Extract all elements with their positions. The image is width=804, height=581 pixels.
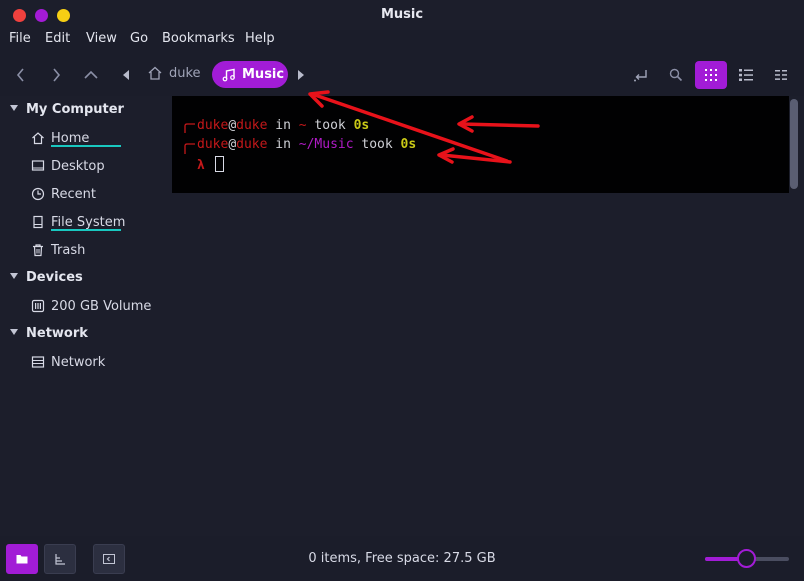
back-button[interactable] xyxy=(10,64,32,86)
triangle-left-icon xyxy=(123,70,129,80)
terminal-cursor xyxy=(214,156,224,172)
home-icon xyxy=(31,131,45,145)
sidebar-item-label: 200 GB Volume xyxy=(51,298,152,314)
prompt-bracket-icon xyxy=(184,123,195,154)
section-title: Network xyxy=(26,326,88,341)
breadcrumb-home-icon[interactable] xyxy=(147,65,163,81)
expander-icon xyxy=(10,273,18,279)
desktop-icon xyxy=(31,159,45,173)
search-icon xyxy=(669,68,683,82)
grid-view-button[interactable] xyxy=(695,61,727,89)
forward-button[interactable] xyxy=(45,64,67,86)
terminal-scrollbar[interactable] xyxy=(790,99,798,189)
terminal-line-1: duke@duke in ~ took 0s xyxy=(197,118,370,133)
terminal-line-2: duke@duke in ~/Music took 0s xyxy=(197,137,417,152)
menu-view[interactable]: View xyxy=(86,31,117,46)
return-arrow-icon xyxy=(634,70,647,82)
open-terminal-button[interactable] xyxy=(630,64,652,86)
menu-go[interactable]: Go xyxy=(130,31,148,46)
home-icon xyxy=(148,66,162,80)
breadcrumb-duke[interactable]: duke xyxy=(169,66,201,81)
list-view-button[interactable] xyxy=(735,64,757,86)
sidebar-item-network[interactable]: Network xyxy=(31,352,105,372)
menu-bar: File Edit View Go Bookmarks Help xyxy=(0,30,804,50)
clock-icon xyxy=(31,187,45,201)
breadcrumb-scroll-right-button[interactable] xyxy=(290,64,312,86)
sidebar-section-devices[interactable]: Devices xyxy=(10,270,83,285)
up-button[interactable] xyxy=(80,64,102,86)
chevron-left-icon xyxy=(16,68,24,82)
music-note-icon xyxy=(222,68,235,81)
prompt-symbol: λ xyxy=(197,158,205,173)
menu-file[interactable]: File xyxy=(9,31,31,46)
expander-icon xyxy=(10,105,18,111)
section-title: My Computer xyxy=(26,102,124,117)
breadcrumb-music-label: Music xyxy=(242,67,285,82)
breadcrumb-scroll-left-button[interactable] xyxy=(115,64,137,86)
sidebar-item-label: File System xyxy=(51,214,126,230)
title-bar: Music xyxy=(0,0,804,30)
grid-icon xyxy=(705,69,717,81)
zoom-slider-handle[interactable] xyxy=(737,549,756,568)
terminal-prompt-line: λ xyxy=(197,156,224,173)
embedded-terminal[interactable]: duke@duke in ~ took 0s duke@duke in ~/Mu… xyxy=(172,96,789,193)
search-button[interactable] xyxy=(665,64,687,86)
menu-bookmarks[interactable]: Bookmarks xyxy=(162,31,235,46)
menu-edit[interactable]: Edit xyxy=(45,31,70,46)
sidebar-section-network[interactable]: Network xyxy=(10,326,88,341)
sidebar-item-desktop[interactable]: Desktop xyxy=(31,156,105,176)
sidebar-item-recent[interactable]: Recent xyxy=(31,184,96,204)
compact-list-icon xyxy=(775,70,787,80)
network-icon xyxy=(31,355,45,369)
home-usage-bar xyxy=(51,145,121,147)
window-title: Music xyxy=(380,7,424,22)
sidebar-item-label: Trash xyxy=(51,242,86,258)
expander-icon xyxy=(10,329,18,335)
volume-icon xyxy=(31,299,45,313)
triangle-right-icon xyxy=(298,70,304,80)
menu-help[interactable]: Help xyxy=(245,31,275,46)
chevron-up-icon xyxy=(84,70,98,79)
chevron-right-icon xyxy=(53,68,61,82)
file-system-usage-bar xyxy=(51,229,121,231)
drive-icon xyxy=(31,215,45,229)
sidebar-item-label: Desktop xyxy=(51,158,105,174)
compact-view-button[interactable] xyxy=(770,64,792,86)
sidebar-item-200-gb-volume[interactable]: 200 GB Volume xyxy=(31,296,151,316)
breadcrumb-music[interactable]: Music xyxy=(212,61,288,88)
trash-icon xyxy=(31,243,45,257)
sidebar-item-label: Home xyxy=(51,130,90,146)
sidebar-item-label: Network xyxy=(51,354,106,370)
sidebar-section-my-computer[interactable]: My Computer xyxy=(10,102,124,117)
status-text: 0 items, Free space: 27.5 GB xyxy=(308,551,496,566)
list-icon xyxy=(739,69,753,81)
section-title: Devices xyxy=(26,270,83,285)
sidebar-item-trash[interactable]: Trash xyxy=(31,240,85,260)
sidebar-item-label: Recent xyxy=(51,186,96,202)
